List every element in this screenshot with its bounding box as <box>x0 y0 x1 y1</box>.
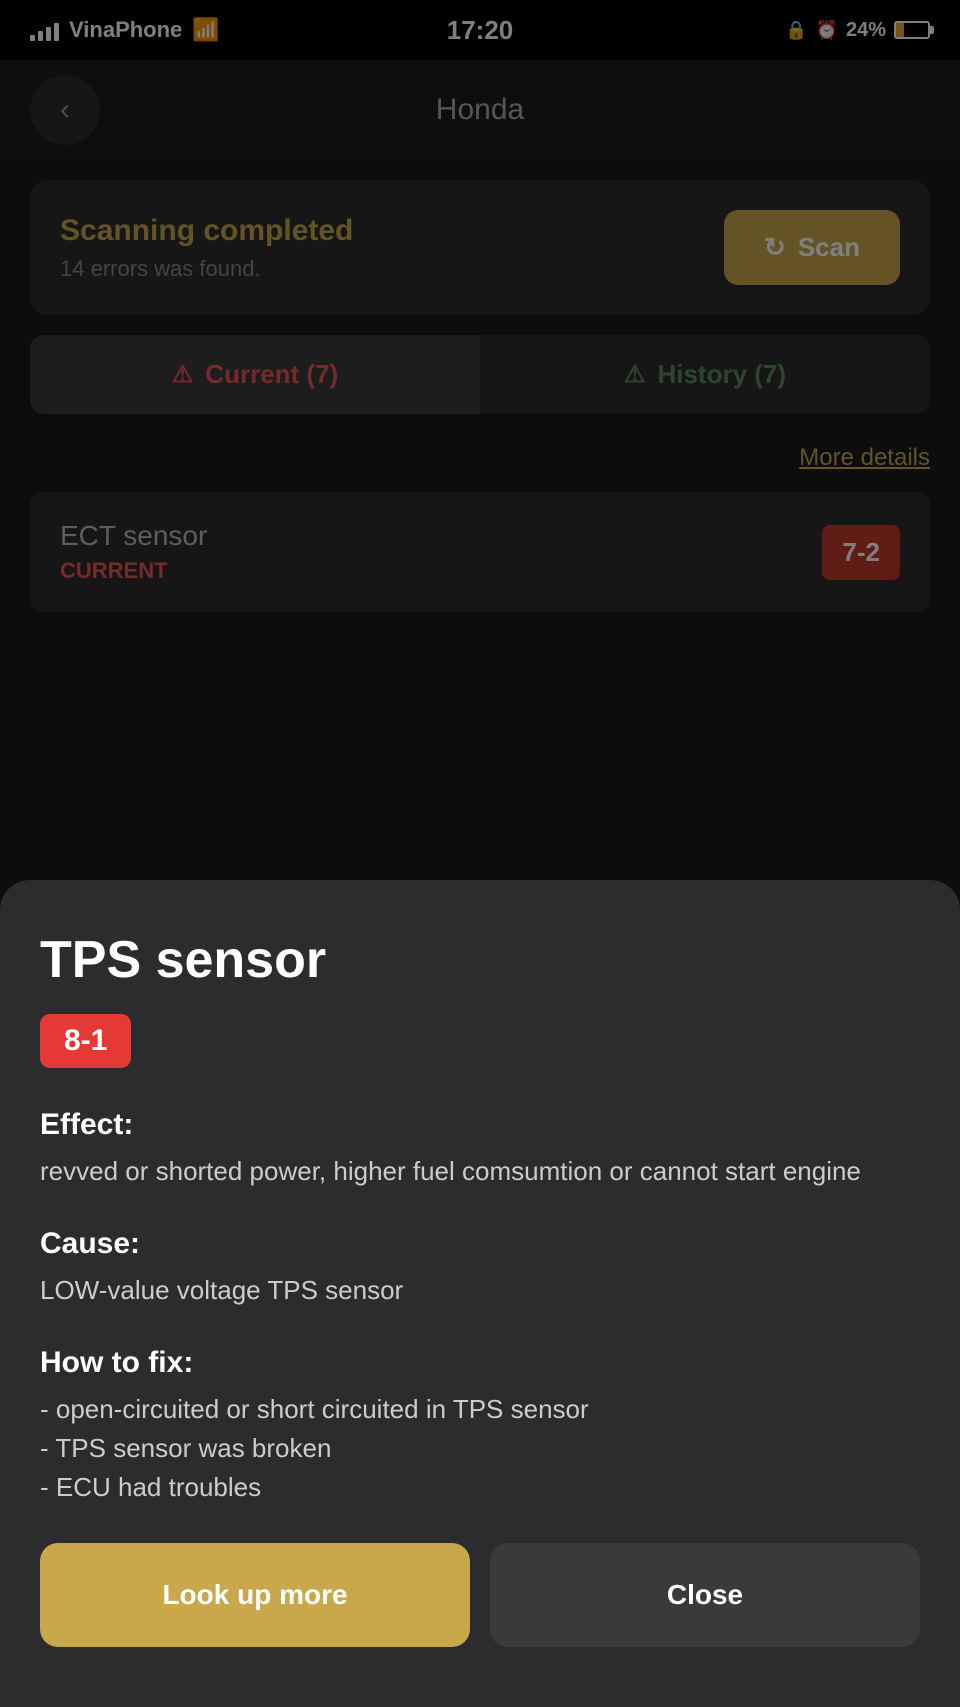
effect-heading: Effect: <box>40 1108 920 1142</box>
cause-heading: Cause: <box>40 1227 920 1261</box>
cause-body: LOW-value voltage TPS sensor <box>40 1271 920 1310</box>
fix-body: - open-circuited or short circuited in T… <box>40 1390 920 1507</box>
effect-body: revved or shorted power, higher fuel com… <box>40 1152 920 1191</box>
modal-error-badge: 8-1 <box>40 1014 131 1068</box>
lookup-button[interactable]: Look up more <box>40 1543 470 1647</box>
modal-sensor-title: TPS sensor <box>40 930 920 990</box>
modal-buttons: Look up more Close <box>40 1543 920 1647</box>
fix-heading: How to fix: <box>40 1346 920 1380</box>
tps-sensor-modal: TPS sensor 8-1 Effect: revved or shorted… <box>0 880 960 1707</box>
close-button[interactable]: Close <box>490 1543 920 1647</box>
